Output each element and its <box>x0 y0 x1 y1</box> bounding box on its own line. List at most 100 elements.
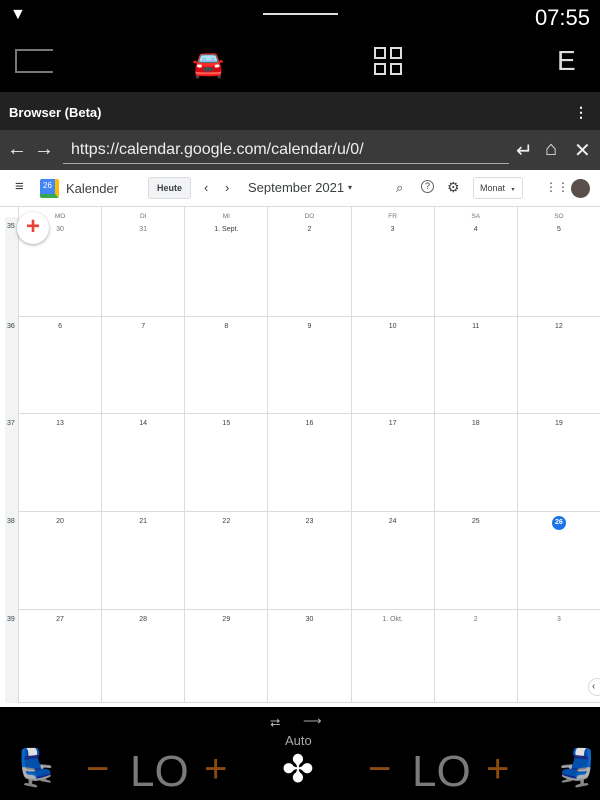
day-number[interactable]: 22 <box>222 518 230 525</box>
day-cell[interactable]: DI 31 <box>101 207 184 316</box>
notification-handle[interactable] <box>263 13 338 15</box>
day-cell[interactable]: 16 <box>267 414 350 511</box>
day-number[interactable]: 18 <box>472 420 480 427</box>
day-number[interactable]: 27 <box>56 616 64 623</box>
right-seat-heat-icon[interactable]: 💺 <box>554 747 599 789</box>
day-number[interactable]: 31 <box>139 226 147 233</box>
day-number[interactable]: 26 <box>551 516 566 530</box>
day-cell[interactable]: 22 <box>184 512 267 609</box>
avatar[interactable] <box>571 179 590 198</box>
day-number[interactable]: 30 <box>306 616 314 623</box>
day-number[interactable]: 5 <box>557 226 561 233</box>
day-cell[interactable]: SA 4 <box>433 207 517 316</box>
day-number[interactable]: 19 <box>555 420 563 427</box>
today-button[interactable]: Heute <box>148 177 192 199</box>
search-icon[interactable]: ⌕ <box>396 180 403 196</box>
day-cell[interactable]: 2 <box>433 610 517 702</box>
view-select[interactable]: Monat ▾ <box>473 177 523 199</box>
day-cell[interactable]: 7 <box>101 317 184 413</box>
day-cell[interactable]: FR 3 <box>350 207 434 316</box>
day-cell[interactable]: 18 <box>433 414 517 511</box>
home-icon[interactable]: ⌂ <box>545 138 557 161</box>
day-number[interactable]: 7 <box>141 323 145 330</box>
day-number[interactable]: 1. Sept. <box>214 226 238 233</box>
month-dropdown-icon[interactable]: ▾ <box>348 183 352 192</box>
right-temp[interactable]: LO <box>412 747 471 797</box>
day-number[interactable]: 12 <box>555 323 563 330</box>
day-number[interactable]: 13 <box>56 420 64 427</box>
day-cell[interactable]: 20 <box>18 512 101 609</box>
climate-mode[interactable]: Auto <box>285 733 312 748</box>
day-cell[interactable]: 14 <box>101 414 184 511</box>
day-cell[interactable]: 11 <box>433 317 517 413</box>
day-number[interactable]: 11 <box>472 323 479 330</box>
day-cell[interactable]: 1. Okt. <box>350 610 434 702</box>
day-cell[interactable]: 19 <box>516 414 600 511</box>
profile-button[interactable]: E <box>557 45 576 77</box>
day-number[interactable]: 21 <box>139 518 147 525</box>
day-number[interactable]: 30 <box>56 226 64 233</box>
day-cell[interactable]: 23 <box>267 512 350 609</box>
day-number[interactable]: 14 <box>139 420 147 427</box>
day-cell[interactable]: 17 <box>350 414 434 511</box>
create-event-button[interactable]: + <box>17 212 49 244</box>
back-icon[interactable]: ← <box>7 138 27 161</box>
day-cell[interactable]: 8 <box>184 317 267 413</box>
day-number[interactable]: 28 <box>139 616 147 623</box>
day-cell[interactable]: 27 <box>18 610 101 702</box>
prev-month-icon[interactable]: ‹ <box>204 180 208 195</box>
fan-icon[interactable]: ✤ <box>282 747 314 792</box>
enter-icon[interactable]: ↵ <box>516 138 533 163</box>
left-temp-plus[interactable]: + <box>204 747 227 792</box>
day-cell[interactable]: 15 <box>184 414 267 511</box>
day-number[interactable]: 6 <box>58 323 62 330</box>
close-icon[interactable]: ✕ <box>574 138 591 163</box>
day-cell[interactable]: 25 <box>433 512 517 609</box>
day-cell[interactable]: MI 1. Sept. <box>184 207 267 316</box>
day-number[interactable]: 16 <box>306 420 314 427</box>
left-temp[interactable]: LO <box>130 747 189 797</box>
day-number[interactable]: 3 <box>391 226 395 233</box>
day-number[interactable]: 20 <box>56 518 64 525</box>
google-apps-icon[interactable]: ⋮⋮ <box>545 180 569 194</box>
day-cell[interactable]: 28 <box>101 610 184 702</box>
day-cell[interactable]: 9 <box>267 317 350 413</box>
month-title[interactable]: September 2021 <box>248 180 344 195</box>
side-panel-toggle[interactable]: ‹ <box>588 678 600 696</box>
day-number[interactable]: 23 <box>306 518 314 525</box>
day-cell[interactable]: 26 <box>516 512 600 609</box>
right-temp-minus[interactable]: − <box>368 747 391 792</box>
more-menu-icon[interactable]: ⋮ <box>574 104 588 121</box>
day-cell[interactable]: 12 <box>516 317 600 413</box>
day-number[interactable]: 9 <box>308 323 312 330</box>
airflow-icon[interactable]: ⟶ <box>303 713 322 729</box>
day-number[interactable]: 17 <box>389 420 397 427</box>
day-number[interactable]: 29 <box>222 616 230 623</box>
day-cell[interactable]: 29 <box>184 610 267 702</box>
day-number[interactable]: 3 <box>557 616 561 623</box>
recirculation-icon[interactable]: ⮂ <box>270 715 280 731</box>
help-icon[interactable]: ? <box>421 180 434 193</box>
forward-icon[interactable]: → <box>34 138 54 161</box>
day-cell[interactable]: 6 <box>18 317 101 413</box>
day-cell[interactable]: 21 <box>101 512 184 609</box>
right-temp-plus[interactable]: + <box>486 747 509 792</box>
day-number[interactable]: 2 <box>308 226 312 233</box>
day-cell[interactable]: 30 <box>267 610 350 702</box>
day-number[interactable]: 24 <box>389 518 397 525</box>
day-number[interactable]: 10 <box>389 323 397 330</box>
car-icon[interactable]: 🚘 <box>192 49 224 80</box>
left-temp-minus[interactable]: − <box>86 747 109 792</box>
apps-grid-icon[interactable] <box>374 47 402 75</box>
left-seat-heat-icon[interactable]: 💺 <box>14 747 59 789</box>
next-month-icon[interactable]: › <box>225 180 229 195</box>
url-input[interactable]: https://calendar.google.com/calendar/u/0… <box>63 139 509 164</box>
day-cell[interactable]: 10 <box>350 317 434 413</box>
day-cell[interactable]: 13 <box>18 414 101 511</box>
settings-icon[interactable]: ⚙ <box>447 179 460 196</box>
day-cell[interactable]: SO 5 <box>516 207 600 316</box>
day-number[interactable]: 1. Okt. <box>382 616 403 623</box>
day-number[interactable]: 15 <box>222 420 230 427</box>
day-cell[interactable]: 24 <box>350 512 434 609</box>
camera-icon[interactable] <box>15 49 53 73</box>
